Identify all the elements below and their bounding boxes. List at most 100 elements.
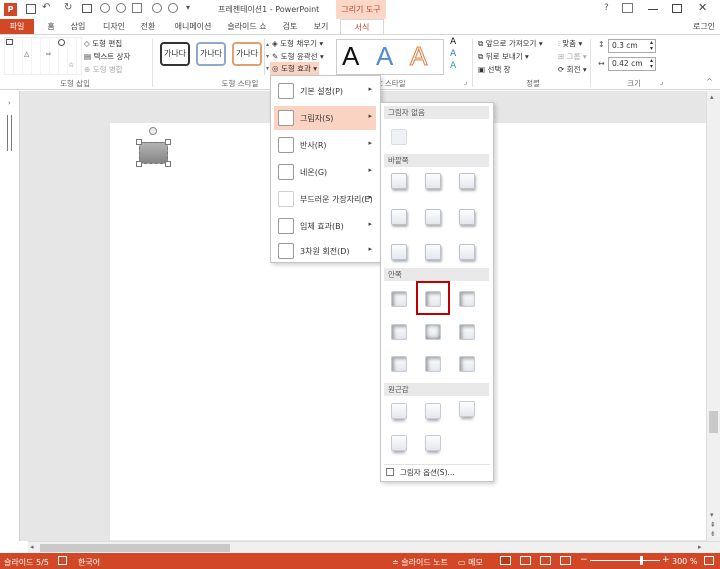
edit-shape-button[interactable]: ◇ 도형 편집 — [84, 38, 122, 49]
normal-view-icon[interactable] — [500, 556, 511, 565]
scroll-down-icon[interactable]: ▾ — [710, 511, 714, 519]
wordart-style[interactable]: A — [409, 41, 427, 72]
zoom-slider-thumb[interactable] — [640, 556, 643, 565]
horizontal-scrollbar[interactable]: ◂ ▸ — [28, 541, 720, 553]
shape-circle-icon[interactable] — [58, 39, 65, 46]
resize-handle[interactable] — [165, 161, 171, 167]
tab-design[interactable]: 디자인 — [98, 19, 130, 34]
save-icon[interactable] — [26, 4, 36, 14]
expand-pane-icon[interactable]: › — [8, 99, 11, 107]
tab-format[interactable]: 서식 — [340, 19, 384, 34]
send-backward-button[interactable]: ⧉ 뒤로 보내기 ▾ — [478, 51, 529, 62]
shape-star-icon[interactable]: ☆ — [68, 61, 74, 69]
scroll-right-icon[interactable]: ▸ — [698, 543, 702, 551]
spinner-icon[interactable]: ▴ ▾ — [650, 40, 653, 52]
slideshow-icon[interactable] — [560, 556, 571, 565]
tab-view[interactable]: 보기 — [310, 19, 332, 34]
next-slide-icon[interactable]: ⇟ — [710, 530, 716, 538]
shadow-option-inner[interactable] — [459, 291, 475, 307]
tab-file[interactable]: 파일 — [0, 19, 34, 34]
undo-icon[interactable]: ↶ — [42, 2, 50, 13]
wordart-style[interactable]: A — [376, 41, 393, 72]
shadow-option-perspective[interactable] — [459, 401, 475, 417]
shape-style-preset[interactable]: 가나다 — [160, 42, 190, 66]
wordart-style[interactable]: A — [342, 41, 359, 72]
slide-sorter-icon[interactable] — [520, 556, 531, 565]
shadow-option-inner[interactable] — [425, 356, 441, 372]
shadow-option-none[interactable] — [391, 129, 407, 145]
menu-item-3d-rotation[interactable]: 3차원 회전(D) ▸ — [274, 239, 376, 263]
shadow-option-inner[interactable] — [459, 324, 475, 340]
comments-button[interactable]: ▭ 메모 — [458, 557, 483, 568]
help-icon[interactable]: ? — [604, 3, 609, 13]
ribbon-display-icon[interactable] — [622, 3, 633, 13]
shape-effects-button[interactable]: ◎ 도형 효과 ▾ — [270, 62, 320, 75]
language-indicator[interactable]: 한국어 — [78, 557, 100, 568]
shadow-option-inner[interactable] — [459, 356, 475, 372]
rotate-button[interactable]: ⟳ 회전 ▾ — [558, 64, 587, 75]
shape-style-preset[interactable]: 가나다 — [232, 42, 262, 66]
menu-item-shadow[interactable]: 그림자(S) ▸ — [274, 106, 376, 130]
shadow-option-inner[interactable] — [391, 291, 407, 307]
merge-shapes-button[interactable]: ⊕ 도형 병합 — [84, 64, 123, 75]
shadow-option-inner-selected[interactable] — [425, 291, 441, 307]
align-button[interactable]: ⫶ 맞춤 ▾ — [558, 38, 582, 49]
scroll-thumb[interactable] — [709, 411, 718, 433]
shadow-option-perspective[interactable] — [425, 435, 441, 451]
selected-shape[interactable] — [139, 142, 168, 164]
resize-handle[interactable] — [165, 139, 171, 145]
tab-review[interactable]: 검토 — [278, 19, 302, 34]
tab-home[interactable]: 홈 — [40, 19, 62, 34]
maximize-icon[interactable] — [672, 4, 682, 13]
shape-outline-button[interactable]: ✎ 도형 윤곽선 ▾ — [272, 51, 324, 62]
close-icon[interactable]: ✕ — [698, 1, 707, 14]
menu-item-reflection[interactable]: 반사(R) ▸ — [274, 133, 376, 157]
quick-access-icon[interactable] — [132, 3, 142, 13]
shadow-option-outer[interactable] — [425, 209, 441, 225]
spellcheck-icon[interactable] — [58, 556, 67, 565]
zoom-level[interactable]: 300 % — [672, 557, 697, 566]
minimize-icon[interactable] — [648, 9, 658, 10]
quick-access-icon[interactable] — [152, 3, 162, 13]
tab-transitions[interactable]: 전환 — [136, 19, 160, 34]
customize-qat-icon[interactable]: ▾ — [186, 3, 190, 12]
zoom-slider[interactable] — [590, 560, 660, 561]
resize-handle[interactable] — [136, 139, 142, 145]
quick-access-icon[interactable] — [116, 3, 126, 13]
shadow-option-inner[interactable] — [425, 324, 441, 340]
dialog-launcher-icon[interactable]: ⌟ — [660, 78, 663, 86]
shape-triangle-icon[interactable]: △ — [24, 50, 29, 58]
start-slideshow-icon[interactable] — [82, 4, 92, 13]
menu-item-bevel[interactable]: 입체 효과(B) ▸ — [274, 214, 376, 238]
scroll-left-icon[interactable]: ◂ — [30, 543, 34, 551]
shadow-option-outer[interactable] — [425, 244, 441, 260]
bring-forward-button[interactable]: ⧉ 앞으로 가져오기 ▾ — [478, 38, 543, 49]
notes-button[interactable]: ≐ 슬라이드 노트 — [392, 557, 448, 568]
quick-access-icon[interactable] — [168, 3, 178, 13]
shape-style-preset[interactable]: 가나다 — [196, 42, 226, 66]
rotate-handle-icon[interactable] — [149, 127, 157, 135]
reading-view-icon[interactable] — [540, 556, 551, 565]
selection-pane-button[interactable]: ▣ 선택 창 — [478, 64, 511, 75]
text-outline-icon[interactable]: A — [450, 49, 456, 59]
shadow-option-outer[interactable] — [459, 209, 475, 225]
dialog-launcher-icon[interactable]: ⌟ — [464, 78, 467, 86]
spinner-icon[interactable]: ▴ ▾ — [650, 58, 653, 70]
shadow-option-outer[interactable] — [425, 173, 441, 189]
shadow-option-inner[interactable] — [391, 324, 407, 340]
shadow-option-outer[interactable] — [391, 244, 407, 260]
resize-handle[interactable] — [136, 161, 142, 167]
redo-icon[interactable]: ↻ — [64, 2, 72, 13]
fit-to-window-icon[interactable] — [704, 556, 714, 565]
shapes-gallery[interactable] — [4, 37, 82, 75]
text-effects-icon[interactable]: A — [450, 61, 456, 71]
sign-in-link[interactable]: 로그인 — [690, 19, 718, 34]
quick-access-icon[interactable] — [100, 3, 110, 13]
collapse-ribbon-icon[interactable]: ^ — [706, 77, 713, 86]
vertical-scrollbar[interactable]: ▴ ▾ ⇞ ⇟ — [706, 91, 720, 541]
scroll-thumb[interactable] — [40, 544, 230, 552]
shape-height-input[interactable]: 0.3 cm ▴ ▾ — [608, 39, 656, 53]
shape-fill-button[interactable]: ◈ 도형 채우기 ▾ — [272, 38, 323, 49]
shadow-option-perspective[interactable] — [425, 403, 441, 419]
zoom-out-icon[interactable]: − — [580, 555, 588, 565]
